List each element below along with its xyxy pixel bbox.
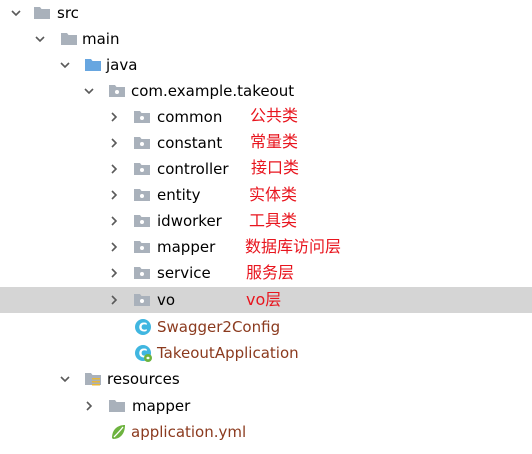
tree-label-vo: vo bbox=[157, 291, 176, 309]
chevron-right-icon[interactable] bbox=[108, 267, 120, 279]
tree-label-src: src bbox=[57, 4, 79, 22]
folder-icon bbox=[59, 29, 79, 49]
package-folder-icon bbox=[132, 211, 152, 231]
class-icon: C bbox=[133, 317, 153, 337]
package-folder-icon bbox=[132, 133, 152, 153]
spring-boot-class-icon: C bbox=[133, 343, 153, 363]
chevron-down-icon[interactable] bbox=[59, 59, 71, 71]
resources-folder-icon bbox=[83, 369, 103, 389]
annotation-mapper: 数据库访问层 bbox=[245, 237, 342, 256]
tree-row-swagger2config[interactable]: C Swagger2Config bbox=[0, 314, 532, 340]
chevron-right-icon[interactable] bbox=[108, 189, 120, 201]
folder-icon bbox=[32, 3, 52, 23]
annotation-entity: 实体类 bbox=[249, 185, 298, 204]
chevron-down-icon[interactable] bbox=[83, 85, 95, 97]
folder-icon bbox=[107, 396, 127, 416]
tree-row-main[interactable]: main bbox=[0, 26, 532, 52]
chevron-down-icon[interactable] bbox=[10, 7, 22, 19]
tree-row-java[interactable]: java bbox=[0, 52, 532, 78]
tree-row-application-yml[interactable]: application.yml bbox=[0, 419, 532, 445]
tree-row-package[interactable]: com.example.takeout bbox=[0, 78, 532, 104]
source-folder-icon bbox=[83, 55, 103, 75]
tree-label-package: com.example.takeout bbox=[131, 82, 295, 100]
tree-label-common: common bbox=[157, 108, 223, 126]
chevron-down-icon[interactable] bbox=[59, 373, 71, 385]
tree-row-resources-mapper[interactable]: mapper bbox=[0, 393, 532, 419]
annotation-vo: vo层 bbox=[246, 290, 282, 309]
chevron-right-icon[interactable] bbox=[108, 215, 120, 227]
tree-label-takeoutapplication: TakeoutApplication bbox=[157, 344, 299, 362]
tree-label-idworker: idworker bbox=[157, 212, 222, 230]
package-folder-icon bbox=[132, 185, 152, 205]
spring-yml-icon bbox=[108, 422, 128, 442]
tree-row-resources[interactable]: resources bbox=[0, 366, 532, 392]
tree-label-application-yml: application.yml bbox=[131, 423, 247, 441]
annotation-service: 服务层 bbox=[246, 263, 295, 282]
package-folder-icon bbox=[132, 107, 152, 127]
chevron-right-icon[interactable] bbox=[108, 241, 120, 253]
tree-label-resources-mapper: mapper bbox=[132, 397, 191, 415]
chevron-right-icon[interactable] bbox=[108, 294, 120, 306]
tree-label-main: main bbox=[82, 30, 120, 48]
chevron-right-icon[interactable] bbox=[108, 163, 120, 175]
chevron-right-icon[interactable] bbox=[83, 400, 95, 412]
tree-label-service: service bbox=[157, 264, 211, 282]
annotation-idworker: 工具类 bbox=[249, 211, 298, 230]
annotation-controller: 接口类 bbox=[251, 158, 300, 177]
tree-row-takeoutapplication[interactable]: C TakeoutApplication bbox=[0, 340, 532, 366]
tree-label-controller: controller bbox=[157, 160, 229, 178]
tree-label-mapper: mapper bbox=[157, 238, 216, 256]
chevron-right-icon[interactable] bbox=[108, 111, 120, 123]
chevron-down-icon[interactable] bbox=[34, 33, 46, 45]
annotation-common: 公共类 bbox=[250, 106, 299, 125]
package-folder-icon bbox=[132, 237, 152, 257]
package-folder-icon bbox=[132, 263, 152, 283]
tree-label-constant: constant bbox=[157, 134, 223, 152]
tree-label-resources: resources bbox=[107, 370, 180, 388]
package-folder-icon bbox=[132, 290, 152, 310]
svg-text:C: C bbox=[139, 321, 148, 335]
tree-label-entity: entity bbox=[157, 186, 201, 204]
chevron-right-icon[interactable] bbox=[108, 137, 120, 149]
annotation-constant: 常量类 bbox=[250, 132, 299, 151]
tree-label-swagger2config: Swagger2Config bbox=[157, 318, 281, 336]
tree-row-src[interactable]: src bbox=[0, 0, 532, 26]
package-folder-icon bbox=[132, 159, 152, 179]
package-folder-icon bbox=[107, 81, 127, 101]
tree-label-java: java bbox=[106, 56, 138, 74]
